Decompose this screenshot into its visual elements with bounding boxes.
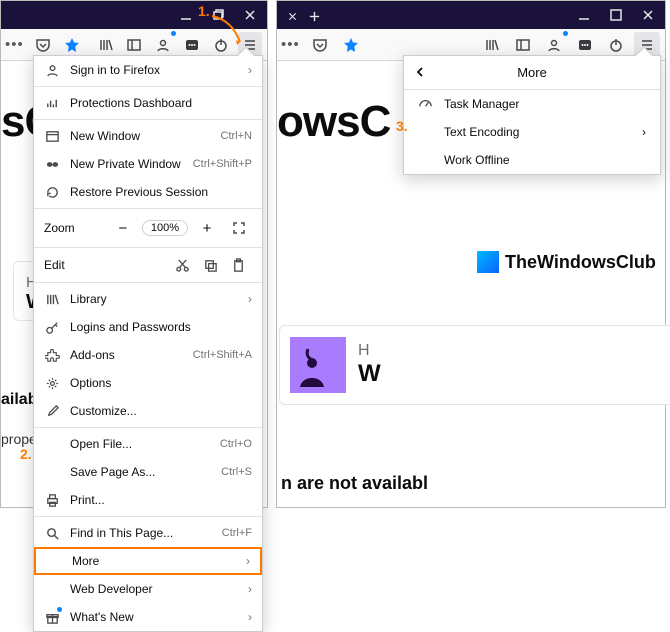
print-icon [44, 492, 60, 508]
chevron-right-icon: › [248, 610, 252, 624]
paint-icon [44, 403, 60, 419]
menu-zoom-row: Zoom − 100% + [34, 211, 262, 245]
menu-logins[interactable]: Logins and Passwords [34, 313, 262, 341]
menu-find[interactable]: Find in This Page... Ctrl+F [34, 519, 262, 547]
menu-protections[interactable]: Protections Dashboard [34, 89, 262, 117]
logo-icon [477, 251, 499, 273]
hamburger-menu-panel: Sign in to Firefox › Protections Dashboa… [33, 55, 263, 632]
mask-icon [44, 156, 60, 172]
annotation-3: 3. [396, 118, 408, 134]
menu-library[interactable]: Library › [34, 285, 262, 313]
chevron-right-icon: › [248, 292, 252, 306]
dashboard-icon [44, 95, 60, 111]
copy-button[interactable] [196, 258, 224, 273]
text-fragment: n are not availabl [281, 473, 428, 494]
pocket-icon[interactable] [31, 32, 55, 58]
avatar-icon [290, 337, 346, 393]
menu-edit-row: Edit [34, 250, 262, 280]
menu-new-private[interactable]: New Private Window Ctrl+Shift+P [34, 150, 262, 178]
submenu-header: More [404, 56, 660, 90]
overflow-icon[interactable]: ••• [281, 36, 300, 53]
cut-button[interactable] [168, 258, 196, 273]
library-icon [44, 291, 60, 307]
sidebar-icon[interactable] [122, 32, 146, 58]
restore-icon [44, 184, 60, 200]
menu-print[interactable]: Print... [34, 486, 262, 514]
tab-close-icon[interactable] [283, 7, 301, 25]
more-submenu-panel: More Task Manager Text Encoding › Work O… [403, 55, 661, 175]
edit-label: Edit [44, 258, 168, 272]
menu-open-file[interactable]: Open File... Ctrl+O [34, 430, 262, 458]
submenu-text-encoding[interactable]: Text Encoding › [404, 118, 660, 146]
new-tab-button[interactable] [305, 7, 323, 25]
chevron-right-icon: › [642, 125, 646, 139]
close-button[interactable] [641, 8, 655, 22]
submenu-title: More [517, 65, 547, 80]
annotation-2: 2. [20, 446, 32, 462]
pocket-icon[interactable] [307, 32, 333, 58]
library-icon[interactable] [94, 32, 118, 58]
site-logo: TheWindowsClub [477, 251, 656, 273]
menu-more[interactable]: More › [34, 547, 262, 575]
menu-options[interactable]: Options [34, 369, 262, 397]
power-icon[interactable] [603, 32, 629, 58]
puzzle-icon [44, 347, 60, 363]
key-icon [44, 319, 60, 335]
chevron-right-icon: › [248, 63, 252, 77]
library-icon[interactable] [479, 32, 505, 58]
submenu-work-offline[interactable]: Work Offline [404, 146, 660, 174]
paste-button[interactable] [224, 258, 252, 273]
gear-icon [44, 375, 60, 391]
overflow-icon[interactable]: ••• [5, 36, 24, 53]
window-icon [44, 128, 60, 144]
extension-icon[interactable] [572, 32, 598, 58]
right-window: ••• owsC TheWindowsClub H W n are not av… [276, 0, 666, 508]
gauge-icon [418, 95, 434, 113]
account-icon[interactable] [541, 32, 567, 58]
back-button[interactable] [414, 65, 426, 81]
zoom-in-button[interactable]: + [194, 215, 220, 241]
gift-icon [44, 609, 60, 625]
left-window: ••• sC H W ailabl prope Sign in to Firef… [0, 0, 268, 508]
zoom-out-button[interactable]: − [110, 215, 136, 241]
minimize-button[interactable] [179, 8, 193, 22]
chevron-right-icon: › [246, 554, 250, 568]
menu-addons[interactable]: Add-ons Ctrl+Shift+A [34, 341, 262, 369]
submenu-task-manager[interactable]: Task Manager [404, 90, 660, 118]
sidebar-icon[interactable] [510, 32, 536, 58]
search-icon [44, 525, 60, 541]
text-fragment: prope [1, 431, 37, 447]
fullscreen-button[interactable] [226, 215, 252, 241]
zoom-label: Zoom [44, 221, 104, 235]
page-title-fragment: owsC [277, 97, 390, 147]
zoom-pct[interactable]: 100% [142, 220, 188, 236]
menu-customize[interactable]: Customize... [34, 397, 262, 425]
card-fragment: H W [279, 325, 670, 405]
menu-new-window[interactable]: New Window Ctrl+N [34, 122, 262, 150]
chevron-right-icon: › [248, 582, 252, 596]
extension-icon[interactable] [180, 32, 204, 58]
menu-web-developer[interactable]: Web Developer › [34, 575, 262, 603]
annotation-1: 1. [198, 3, 210, 19]
bookmark-star-icon[interactable] [60, 32, 84, 58]
maximize-button[interactable] [609, 8, 623, 22]
menu-whats-new[interactable]: What's New › [34, 603, 262, 631]
account-icon[interactable] [151, 32, 175, 58]
bookmark-star-icon[interactable] [338, 32, 364, 58]
account-icon [44, 62, 60, 78]
menu-sign-in[interactable]: Sign in to Firefox › [34, 56, 262, 84]
minimize-button[interactable] [577, 8, 591, 22]
titlebar [277, 1, 665, 29]
menu-restore[interactable]: Restore Previous Session [34, 178, 262, 206]
menu-save-page[interactable]: Save Page As... Ctrl+S [34, 458, 262, 486]
